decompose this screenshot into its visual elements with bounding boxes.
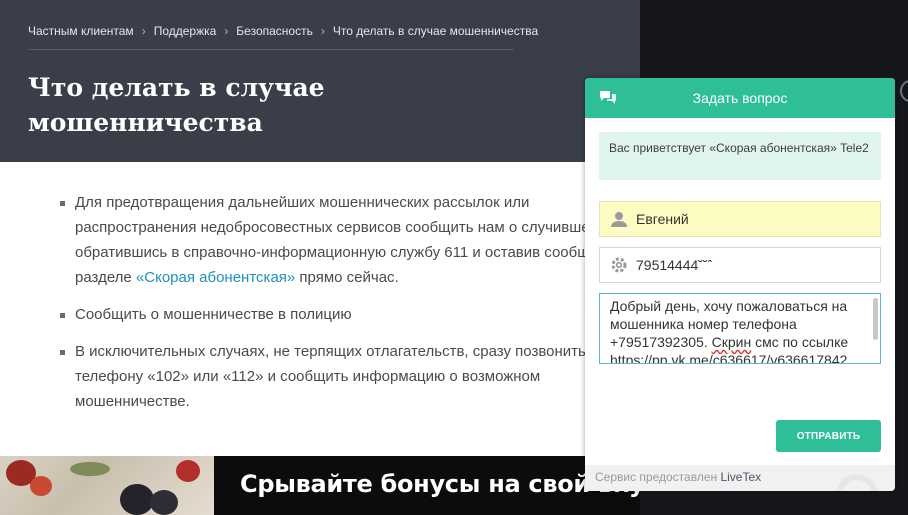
chat-header[interactable]: Задать вопрос <box>585 78 895 118</box>
list-item: В исключительных случаях, не терпящих от… <box>60 339 640 414</box>
content-section: Для предотвращения дальнейших мошенничес… <box>0 162 640 456</box>
message-line: Добрый день, хочу пожаловаться на мошенн… <box>610 298 848 332</box>
message-line: +79517392305. <box>610 334 712 350</box>
promo-banner[interactable]: Срывайте бонусы на свой вкус <box>0 456 640 515</box>
berry-shape <box>120 484 154 515</box>
misspelled-word: Скрин <box>711 334 752 350</box>
chat-bubbles-icon <box>600 91 616 104</box>
list-item: Сообщить о мошенничестве в полицию <box>60 302 640 327</box>
footer-text: Сервис предоставлен <box>595 470 721 484</box>
page-title: Что делать в случае мошенничества <box>28 73 325 137</box>
chat-title: Задать вопрос <box>692 90 788 106</box>
chevron-right-icon: › <box>224 24 229 38</box>
send-button[interactable]: ОТПРАВИТЬ <box>776 420 881 452</box>
chevron-right-icon: › <box>320 24 325 38</box>
list-item: Для предотвращения дальнейших мошенничес… <box>60 190 640 290</box>
berry-shape <box>30 476 52 496</box>
textarea-scrollbar[interactable] <box>873 298 878 340</box>
chat-footer: Сервис предоставлен LiveTex <box>585 465 895 491</box>
message-line: смс по ссылке <box>751 334 849 350</box>
breadcrumb: Частным клиентам › Поддержка › Безопасно… <box>28 24 538 50</box>
chat-widget: Задать вопрос Вас приветствует «Скорая а… <box>585 78 895 491</box>
name-field[interactable]: Евгений <box>599 201 881 237</box>
chat-body: Вас приветствует «Скорая абонентская» Te… <box>585 118 895 465</box>
berries-image <box>0 456 214 515</box>
user-icon <box>611 212 627 227</box>
chevron-right-icon: › <box>141 24 146 38</box>
livetex-link[interactable]: LiveTex <box>720 470 761 484</box>
berry-shape <box>150 490 178 515</box>
breadcrumb-item-current: Что делать в случае мошенничества <box>332 24 539 38</box>
circle-icon[interactable] <box>900 80 908 102</box>
list-item-text-end: прямо сейчас. <box>295 269 399 286</box>
greeting-message: Вас приветствует «Скорая абонентская» Te… <box>599 132 881 180</box>
breadcrumb-item-support[interactable]: Поддержка <box>154 24 217 38</box>
name-value: Евгений <box>636 211 689 227</box>
banner-headline: Срывайте бонусы на свой вкус <box>240 470 640 498</box>
message-textarea[interactable]: Добрый день, хочу пожаловаться на мошенн… <box>599 293 881 364</box>
leaf-shape <box>70 462 110 476</box>
skoraya-abonentskaya-link[interactable]: «Скорая абонентская» <box>136 269 295 286</box>
phone-field[interactable]: 79514444˘˘ˆ <box>599 247 881 283</box>
berry-shape <box>176 460 200 482</box>
gear-icon <box>611 257 627 273</box>
phone-value: 79514444˘˘ˆ <box>636 257 713 273</box>
breadcrumb-item-private-clients[interactable]: Частным клиентам <box>28 24 134 38</box>
advice-list: Для предотвращения дальнейших мошенничес… <box>60 190 640 426</box>
hero-section: Частным клиентам › Поддержка › Безопасно… <box>0 0 640 162</box>
support-page: Частным клиентам › Поддержка › Безопасно… <box>0 0 640 515</box>
breadcrumb-item-security[interactable]: Безопасность <box>236 24 313 38</box>
message-line: https://pp.vk.me/c636617/v636617842 <box>610 352 848 364</box>
livetex-watermark-icon <box>836 474 878 491</box>
